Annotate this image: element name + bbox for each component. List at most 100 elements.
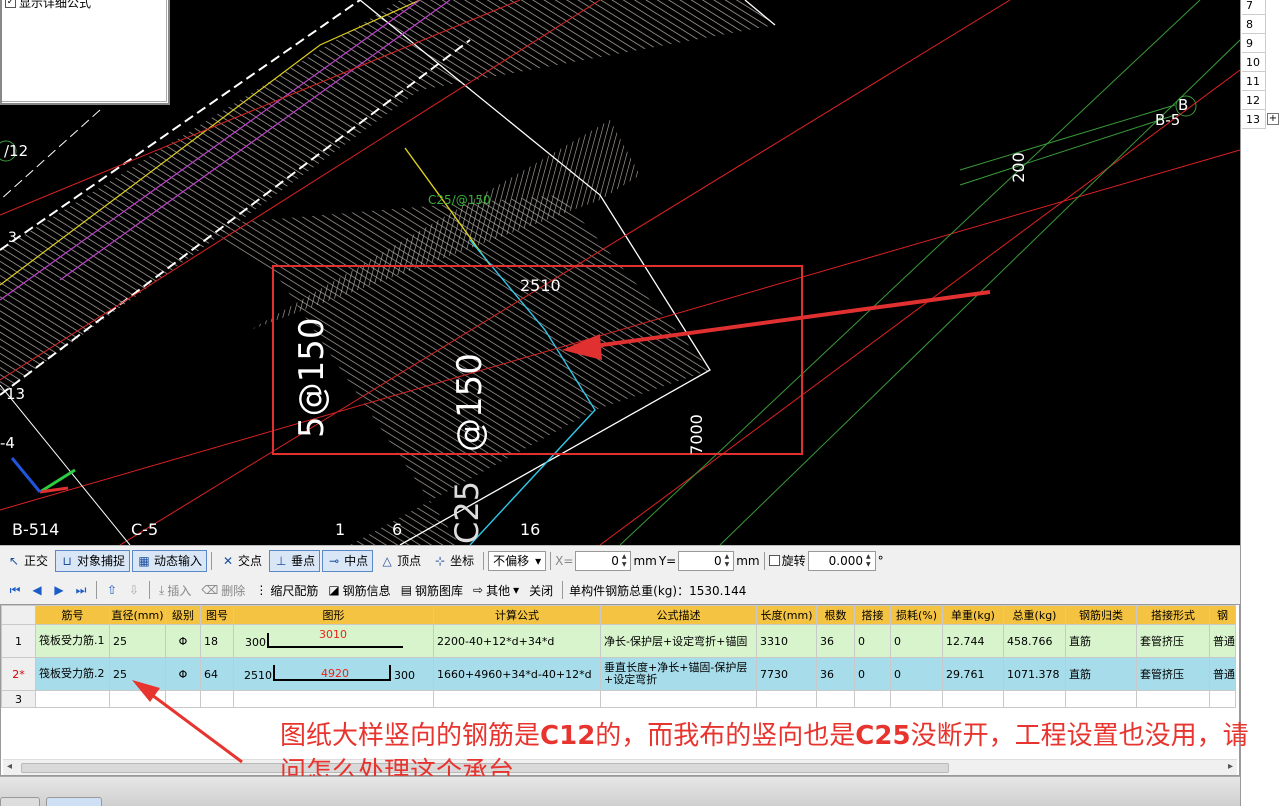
row-index[interactable]: 12: [1242, 91, 1266, 110]
rotate-checkbox[interactable]: [768, 555, 780, 566]
empty-cell[interactable]: [1003, 690, 1066, 708]
cell-total-weight[interactable]: 458.766: [1003, 624, 1066, 658]
empty-cell[interactable]: [433, 690, 601, 708]
column-header[interactable]: 钢: [1209, 605, 1236, 625]
cell-lap[interactable]: 0: [854, 657, 891, 691]
vertex-snap-button[interactable]: △ 顶点: [375, 550, 426, 572]
detail-formula-checkbox[interactable]: ✓: [5, 0, 16, 8]
cell-category[interactable]: 直筋: [1065, 657, 1137, 691]
y-input[interactable]: 0 ▲ ▼: [678, 550, 735, 571]
row-index[interactable]: 7: [1242, 0, 1266, 15]
column-header[interactable]: 图形: [233, 605, 434, 625]
cell-grade[interactable]: Φ: [165, 624, 201, 658]
column-header[interactable]: 根数: [816, 605, 855, 625]
first-record-icon[interactable]: ⏮: [6, 583, 24, 598]
cell-loss[interactable]: 0: [890, 624, 943, 658]
empty-cell[interactable]: [600, 690, 757, 708]
row-index[interactable]: 11: [1242, 72, 1266, 91]
cell-description[interactable]: 垂直长度+净长+锚固-保护层+设定弯折: [600, 657, 757, 691]
empty-cell[interactable]: [1136, 690, 1210, 708]
scale-rebar-button[interactable]: ⋮ 缩尺配筋: [252, 582, 321, 599]
dynamic-input-button[interactable]: ▦ 动态输入: [132, 549, 208, 572]
cell-category[interactable]: 直筋: [1065, 624, 1137, 658]
cell-grade[interactable]: Φ: [165, 657, 201, 691]
cell-lap-type[interactable]: 套管挤压: [1136, 657, 1210, 691]
empty-cell[interactable]: [109, 690, 166, 708]
cell-count[interactable]: 36: [816, 657, 855, 691]
row-number[interactable]: 2*: [1, 657, 36, 691]
cell-count[interactable]: 36: [816, 624, 855, 658]
column-header[interactable]: 直径(mm): [109, 605, 166, 625]
prev-record-icon[interactable]: ◀: [28, 583, 46, 597]
perpendicular-snap-button[interactable]: ⊥ 垂点: [269, 549, 321, 572]
next-record-icon[interactable]: ▶: [50, 583, 68, 597]
cell-diameter[interactable]: 25: [109, 624, 166, 658]
x-input[interactable]: 0 ▲ ▼: [575, 550, 632, 571]
cell-loss[interactable]: 0: [890, 657, 943, 691]
cell-steel[interactable]: 普通: [1209, 624, 1236, 658]
cell-shape[interactable]: 300 3010: [233, 624, 434, 658]
empty-cell[interactable]: [756, 690, 817, 708]
table-row[interactable]: 3: [1, 690, 1236, 708]
object-snap-button[interactable]: ⊔ 对象捕捉: [55, 549, 131, 572]
column-header[interactable]: 图号: [200, 605, 234, 625]
empty-cell[interactable]: [233, 690, 434, 708]
cad-canvas[interactable]: B B-5 /12 3 13 -4 B-514 C-5 16 1 6 2510 …: [0, 0, 1240, 545]
cell-steel[interactable]: 普通: [1209, 657, 1236, 691]
taskbar-tab-active[interactable]: [46, 797, 102, 806]
coordinate-snap-button[interactable]: ⊹ 坐标: [428, 550, 479, 572]
move-up-icon[interactable]: ⇧: [103, 583, 121, 597]
cell-shape[interactable]: 2510 4920 300: [233, 657, 434, 691]
column-header[interactable]: 级别: [165, 605, 201, 625]
rebar-library-button[interactable]: ▤ 钢筋图库: [398, 582, 466, 599]
row-index[interactable]: 13: [1242, 110, 1266, 129]
empty-cell[interactable]: [816, 690, 855, 708]
delete-button[interactable]: ⌫ 删除: [198, 582, 248, 599]
column-header[interactable]: 计算公式: [433, 605, 601, 625]
column-header[interactable]: 搭接: [854, 605, 891, 625]
table-row[interactable]: 1 筏板受力筋.1 25 Φ 18 300 3010 2200-40+12*d+…: [1, 624, 1236, 658]
cell-unit-weight[interactable]: 29.761: [942, 657, 1004, 691]
row-index[interactable]: 9: [1242, 34, 1266, 53]
cell-fig-no[interactable]: 18: [200, 624, 234, 658]
column-header[interactable]: 钢筋归类: [1065, 605, 1137, 625]
empty-cell[interactable]: [200, 690, 234, 708]
cell-name[interactable]: 筏板受力筋.1: [35, 624, 110, 658]
offset-dropdown[interactable]: 不偏移 ▾: [488, 550, 547, 571]
rotate-input[interactable]: 0.000 ▲ ▼: [807, 550, 876, 571]
cell-lap-type[interactable]: 套管挤压: [1136, 624, 1210, 658]
empty-cell[interactable]: [942, 690, 1004, 708]
table-row[interactable]: 2* 筏板受力筋.2 25 Φ 64 2510 4920 300 1660+49…: [1, 657, 1236, 691]
other-menu-button[interactable]: ⇨ 其他 ▾: [470, 582, 522, 599]
empty-cell[interactable]: [165, 690, 201, 708]
rebar-info-button[interactable]: ◪ 钢筋信息: [325, 582, 393, 599]
cell-fig-no[interactable]: 64: [200, 657, 234, 691]
move-down-icon[interactable]: ⇩: [125, 583, 143, 597]
intersection-snap-button[interactable]: ✕ 交点: [216, 550, 267, 572]
row-index[interactable]: 10: [1242, 53, 1266, 72]
column-header[interactable]: 总重(kg): [1003, 605, 1066, 625]
cell-total-weight[interactable]: 1071.378: [1003, 657, 1066, 691]
cell-formula[interactable]: 1660+4960+34*d-40+12*d: [433, 657, 601, 691]
empty-cell[interactable]: [35, 690, 110, 708]
taskbar-tab[interactable]: [0, 797, 40, 806]
cell-formula[interactable]: 2200-40+12*d+34*d: [433, 624, 601, 658]
close-button[interactable]: 关闭: [526, 582, 556, 599]
ortho-button[interactable]: ↖ 正交: [2, 550, 53, 572]
cell-diameter[interactable]: 25: [109, 657, 166, 691]
column-header[interactable]: 长度(mm): [756, 605, 817, 625]
cell-name[interactable]: 筏板受力筋.2: [35, 657, 110, 691]
column-header[interactable]: 筋号: [35, 605, 110, 625]
column-header[interactable]: 搭接形式: [1136, 605, 1210, 625]
column-header[interactable]: 单重(kg): [942, 605, 1004, 625]
empty-cell[interactable]: [854, 690, 891, 708]
row-number[interactable]: 3: [1, 690, 36, 708]
midpoint-snap-button[interactable]: ⊸ 中点: [322, 549, 374, 572]
row-index[interactable]: 8: [1242, 15, 1266, 34]
row-number[interactable]: 1: [1, 624, 36, 658]
cell-lap[interactable]: 0: [854, 624, 891, 658]
cell-description[interactable]: 净长-保护层+设定弯折+锚固: [600, 624, 757, 658]
last-record-icon[interactable]: ⏭: [72, 583, 90, 598]
empty-cell[interactable]: [890, 690, 943, 708]
column-header[interactable]: 损耗(%): [890, 605, 943, 625]
